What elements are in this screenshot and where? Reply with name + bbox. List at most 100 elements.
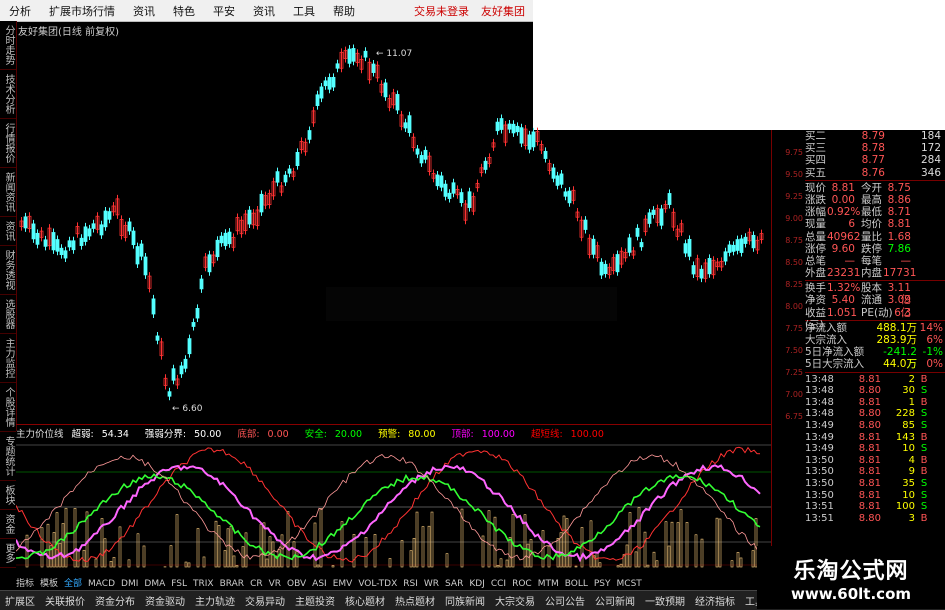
left-tab[interactable]: 新闻资讯 — [0, 168, 16, 217]
quote-label: PE(动) — [861, 307, 883, 319]
left-tab[interactable]: 行情报价 — [0, 119, 16, 168]
bottom-tab[interactable]: 核心题材 — [340, 593, 390, 608]
bid-volume: 346 — [885, 167, 945, 179]
bid-volume: 184 — [885, 130, 945, 142]
bottom-tab[interactable]: 大宗交易 — [490, 593, 540, 608]
indicator-tab[interactable]: PSY — [594, 579, 611, 588]
menu-item[interactable]: 分析 — [0, 3, 40, 19]
candle-body — [496, 122, 499, 131]
left-tab[interactable]: 更多 — [0, 539, 16, 568]
bid-row: 买二8.79184 — [805, 130, 945, 142]
left-tab[interactable]: 资讯 — [0, 217, 16, 246]
indicator-bar — [575, 566, 577, 567]
indicator-bar — [527, 544, 529, 567]
indicator-tab[interactable]: OBV — [287, 579, 306, 588]
flow-row: 净流入额488.1万14% — [805, 322, 945, 334]
indicator-bar — [617, 566, 619, 567]
indicator-bar — [428, 526, 430, 567]
indicator-tab[interactable]: 全部 — [64, 579, 82, 588]
tick-time: 13:48 — [805, 397, 845, 409]
menu-item[interactable]: 资讯 — [244, 3, 284, 19]
menu-item[interactable]: 平安 — [204, 3, 244, 19]
bottom-tab[interactable]: 扩展区 — [0, 593, 40, 608]
indicator-tab[interactable]: RSI — [403, 579, 418, 588]
candle-body — [52, 232, 55, 249]
indicator-tabs[interactable]: 指标模板全部 MACD DMI DMA FSL TRIX BRAR CR VR OBV ASI EMV… — [16, 576, 771, 588]
indicator-tab[interactable]: WR — [424, 579, 439, 588]
indicator-bar — [62, 523, 64, 567]
bottom-tab[interactable]: 交易异动 — [240, 593, 290, 608]
indicator-tab[interactable]: DMA — [144, 579, 165, 588]
candle-body — [604, 264, 607, 273]
bottom-tab[interactable]: 经济指标 — [690, 593, 740, 608]
quote-row: 现价8.81今开8.75 — [805, 182, 945, 194]
indicator-tab[interactable]: CCI — [491, 579, 506, 588]
indicator-bar — [128, 560, 130, 567]
left-tab[interactable]: 技术分析 — [0, 70, 16, 119]
tick-row: 13:508.8135S — [805, 478, 945, 490]
indicator-tab[interactable]: MTM — [538, 579, 559, 588]
bottom-tab[interactable]: 资金分布 — [90, 593, 140, 608]
tick-time: 13:48 — [805, 408, 845, 420]
tick-row: 13:488.80228S — [805, 408, 945, 420]
indicator-bar — [374, 534, 376, 567]
quote-row: 净资5.40流通3.09亿 — [805, 294, 945, 306]
quote-row: 收益(三)1.051PE(动)6.3 — [805, 307, 945, 319]
candle-body — [744, 237, 747, 243]
indicator-tab[interactable]: MACD — [88, 579, 115, 588]
bottom-tab[interactable]: 公司新闻 — [590, 593, 640, 608]
left-tab[interactable]: 主力监控 — [0, 334, 16, 383]
indicator-tab[interactable]: BRAR — [220, 579, 244, 588]
status-link[interactable]: 友好集团 — [481, 3, 525, 19]
bid-label: 买四 — [805, 154, 845, 166]
indicator-tab[interactable]: KDJ — [469, 579, 485, 588]
status-link[interactable]: 交易未登录 — [414, 3, 469, 19]
indicator-tab[interactable]: SAR — [445, 579, 463, 588]
bottom-tab[interactable]: 热点题材 — [390, 593, 440, 608]
indicator-tab[interactable]: TRIX — [193, 579, 214, 588]
bottom-tab[interactable]: 关联报价 — [40, 593, 90, 608]
bottom-tab[interactable]: 主力轨迹 — [190, 593, 240, 608]
indicator-bar — [110, 561, 112, 567]
indicator-tab[interactable]: DMI — [121, 579, 138, 588]
quote-value: 5.40 — [827, 294, 855, 306]
candle-body — [668, 193, 671, 204]
bottom-tab[interactable]: 资金驱动 — [140, 593, 190, 608]
bottom-tab[interactable]: 同族新闻 — [440, 593, 490, 608]
menu-item[interactable]: 扩展市场行情 — [40, 3, 124, 19]
indicator-tab[interactable]: VR — [269, 579, 281, 588]
indicator-bar — [203, 557, 205, 567]
indicator-tab[interactable]: 指标 — [16, 579, 34, 588]
left-tab[interactable]: 财务透视 — [0, 246, 16, 295]
indicator-tab[interactable]: FSL — [171, 579, 187, 588]
indicator-tab[interactable]: ROC — [512, 579, 532, 588]
indicator-tab[interactable]: 模板 — [40, 579, 58, 588]
bottom-tab[interactable]: 主题投资 — [290, 593, 340, 608]
bottom-tab[interactable]: 一致预期 — [640, 593, 690, 608]
indicator-tab[interactable]: ASI — [312, 579, 327, 588]
bottom-tab[interactable]: 公司公告 — [540, 593, 590, 608]
menu-item[interactable]: 工具 — [284, 3, 324, 19]
indicator-bar — [176, 515, 178, 567]
indicator-tab[interactable]: VOL-TDX — [358, 579, 397, 588]
candle-body — [424, 150, 427, 159]
indicator-tab[interactable]: MCST — [617, 579, 642, 588]
indicator-tab[interactable]: BOLL — [565, 579, 588, 588]
indicator-tab[interactable]: CR — [250, 579, 263, 588]
left-tab[interactable]: 资金 — [0, 510, 16, 539]
left-tab[interactable]: 选股器 — [0, 295, 16, 334]
left-tab[interactable]: 板块 — [0, 481, 16, 510]
quote-label: 净资 — [805, 294, 827, 306]
indicator-bar — [719, 519, 721, 567]
candle-body — [104, 211, 107, 227]
candle-body — [192, 322, 195, 326]
quote-label: 涨幅 — [805, 206, 827, 218]
indicator-tab[interactable]: EMV — [333, 579, 353, 588]
menu-item[interactable]: 特色 — [164, 3, 204, 19]
candle-body — [276, 172, 279, 183]
menu-item[interactable]: 资讯 — [124, 3, 164, 19]
menu-item[interactable]: 帮助 — [324, 3, 364, 19]
left-tab[interactable]: 分时走势 — [0, 21, 16, 70]
left-tab[interactable]: 个股详情 — [0, 383, 16, 432]
left-tab[interactable]: 专题统计 — [0, 432, 16, 481]
